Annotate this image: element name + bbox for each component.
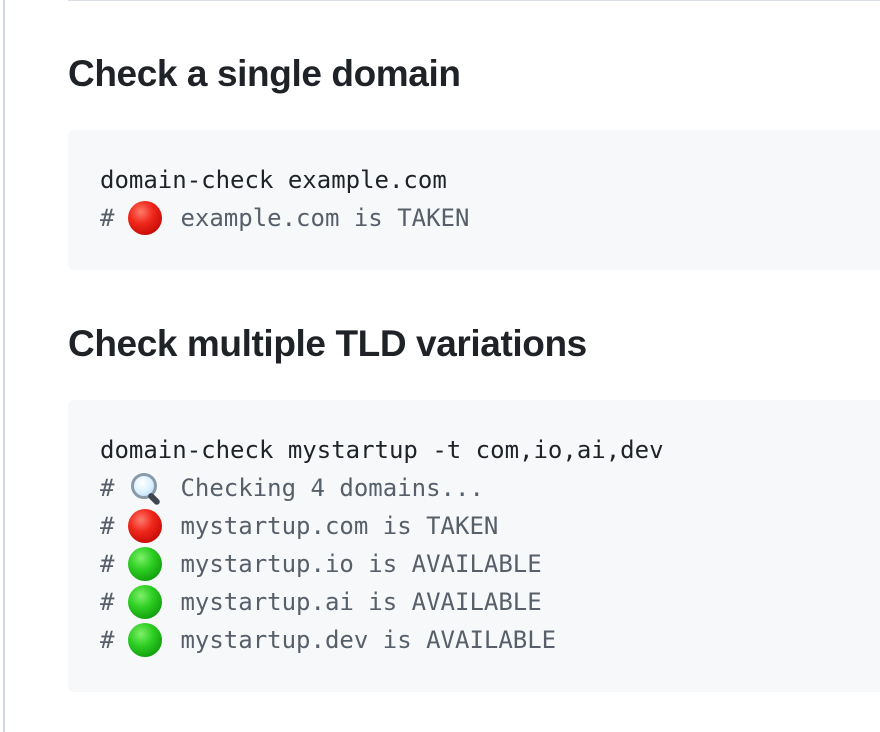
- comment-text: mystartup.com is TAKEN: [180, 512, 499, 540]
- red-circle-icon: [128, 509, 163, 543]
- green-circle-icon: [128, 547, 163, 581]
- code-line: # mystartup.io is AVAILABLE: [100, 545, 880, 583]
- command-text: domain-check mystartup -t com,io,ai,dev: [100, 436, 664, 464]
- section-heading-single-domain: Check a single domain: [68, 53, 461, 94]
- code-line: # mystartup.ai is AVAILABLE: [100, 583, 880, 621]
- comment-prefix: #: [100, 204, 115, 232]
- code-line: # mystartup.com is TAKEN: [100, 507, 880, 545]
- code-line: # Checking 4 domains...: [100, 469, 880, 507]
- comment-prefix: #: [100, 550, 115, 578]
- comment-text: mystartup.ai is AVAILABLE: [180, 588, 542, 616]
- magnifying-glass-icon: [128, 471, 162, 507]
- red-circle-icon: [128, 201, 163, 235]
- readme-page: Check a single domain domain-check examp…: [0, 0, 880, 732]
- comment-text: mystartup.dev is AVAILABLE: [180, 626, 557, 654]
- code-block-single-domain[interactable]: domain-check example.com # example.com is…: [68, 130, 880, 270]
- horizontal-rule: [68, 0, 880, 1]
- green-circle-icon: [128, 623, 163, 657]
- code-line: domain-check example.com: [100, 161, 880, 199]
- code-line: # mystartup.dev is AVAILABLE: [100, 621, 880, 659]
- comment-text: mystartup.io is AVAILABLE: [180, 550, 542, 578]
- code-block-multiple-tld[interactable]: domain-check mystartup -t com,io,ai,dev …: [68, 400, 880, 692]
- comment-prefix: #: [100, 626, 115, 654]
- command-text: domain-check example.com: [100, 166, 447, 194]
- comment-prefix: #: [100, 588, 115, 616]
- code-line: # example.com is TAKEN: [100, 199, 880, 237]
- section-heading-multiple-tld: Check multiple TLD variations: [68, 323, 587, 364]
- comment-text: example.com is TAKEN: [180, 204, 470, 232]
- comment-prefix: #: [100, 512, 115, 540]
- left-border: [3, 0, 5, 732]
- green-circle-icon: [128, 585, 163, 619]
- comment-text: Checking 4 domains...: [180, 474, 484, 502]
- code-line: domain-check mystartup -t com,io,ai,dev: [100, 431, 880, 469]
- comment-prefix: #: [100, 474, 115, 502]
